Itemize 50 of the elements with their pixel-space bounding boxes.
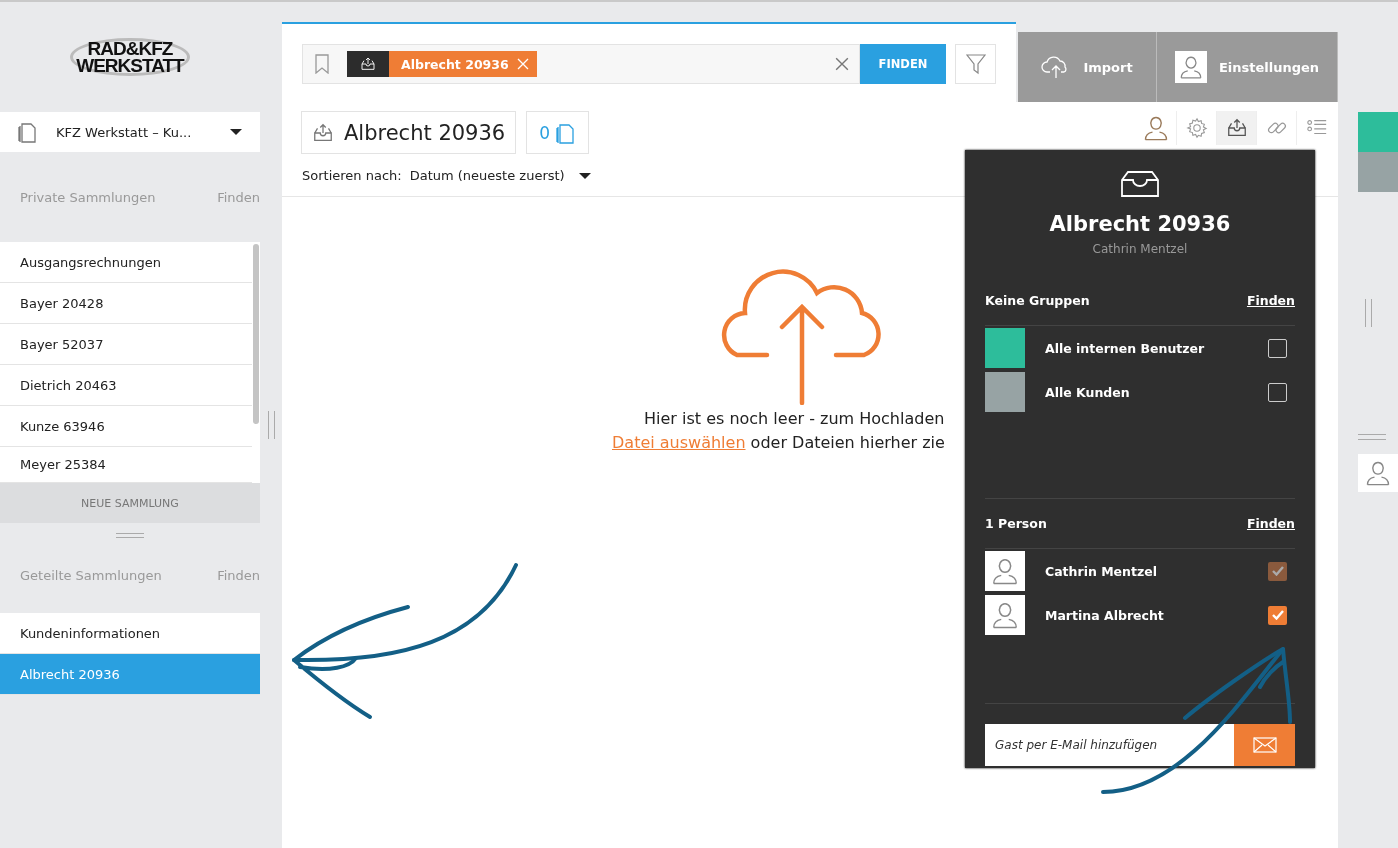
popover-title: Albrecht 20936 <box>1048 212 1232 236</box>
inbox-upload-icon <box>312 121 334 144</box>
settings-icon <box>1185 117 1208 139</box>
checkmark-icon <box>1271 566 1284 576</box>
find-link[interactable]: Finden <box>1246 516 1295 531</box>
inbox-icon <box>1121 170 1159 198</box>
checkmark-icon <box>1271 610 1284 620</box>
clear-icon[interactable] <box>835 57 849 71</box>
scrollbar-thumb[interactable] <box>253 244 259 424</box>
user-button[interactable] <box>1358 454 1398 492</box>
find-link[interactable]: Finden <box>1246 293 1295 308</box>
sort-dropdown[interactable]: Datum (neueste zuerst) <box>409 168 591 183</box>
person-name: Martina Albrecht <box>1045 607 1165 623</box>
sort-label: Sortieren nach: <box>302 168 402 183</box>
caret-icon <box>230 129 242 135</box>
upload-hint: Datei auswählen oder Dateien hierher zie <box>612 432 945 454</box>
inbox-icon <box>360 56 376 72</box>
inbox-upload-icon <box>1225 117 1248 139</box>
checkbox[interactable] <box>1268 382 1287 402</box>
checkbox[interactable] <box>1268 605 1287 625</box>
filter-button[interactable] <box>955 44 996 84</box>
persons-heading: 1 Person <box>985 516 1047 531</box>
checkbox[interactable] <box>1268 338 1287 358</box>
person-name: Cathrin Mentzel <box>1045 563 1158 579</box>
section-title: Geteilte Sammlungen <box>20 568 162 583</box>
envelope-icon <box>1252 737 1277 753</box>
group-name: Alle internen Benutzer <box>1045 340 1206 356</box>
collection-item[interactable]: Kundeninformationen <box>0 613 260 654</box>
user-icon <box>1142 114 1170 142</box>
empty-message: Hier ist es noch leer - zum Hochladen <box>644 408 945 430</box>
resize-handle[interactable] <box>116 533 144 538</box>
toolbar-button[interactable] <box>1216 111 1256 145</box>
user-icon <box>1364 459 1392 487</box>
email-field[interactable]: Gast per E-Mail hinzufügen <box>985 724 1234 766</box>
groups-heading: Keine Gruppen <box>985 293 1090 308</box>
bookmark-icon <box>315 54 329 74</box>
group-name: Alle Kunden <box>1045 384 1131 400</box>
documents-icon <box>18 121 38 143</box>
close-icon[interactable] <box>516 58 529 70</box>
owner-name: Cathrin Mentzel <box>1091 242 1189 256</box>
section-title: Private Sammlungen <box>20 189 156 205</box>
documents-icon <box>556 121 577 144</box>
collection-title: Albrecht 20936 <box>301 111 517 154</box>
send-email-button[interactable] <box>1234 724 1295 766</box>
filter-icon <box>965 53 986 75</box>
workspace-dropdown[interactable]: KFZ Werkstatt – Ku... <box>0 112 260 152</box>
resize-handle[interactable] <box>1364 299 1372 327</box>
workshop-logo: RAD&KFZ WERKSTATT <box>70 38 190 76</box>
resize-handle[interactable] <box>267 411 275 439</box>
resize-handle[interactable] <box>1358 434 1386 440</box>
